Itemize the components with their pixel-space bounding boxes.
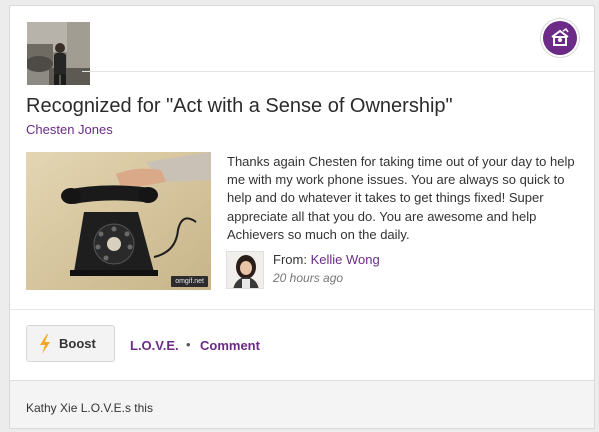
comment-button[interactable]: Comment (200, 338, 260, 353)
recipient-name-link[interactable]: Chesten Jones (26, 122, 113, 137)
from-label: From: (273, 252, 307, 267)
image-watermark: omgif.net (171, 276, 208, 287)
recipient-avatar[interactable] (27, 22, 90, 85)
sender-avatar[interactable] (226, 251, 264, 289)
post-timestamp: 20 hours ago (273, 271, 344, 285)
love-summary[interactable]: Kathy Xie L.O.V.E.s this (26, 401, 153, 415)
recognition-card: Recognized for "Act with a Sense of Owne… (9, 5, 595, 429)
header-divider (82, 71, 594, 72)
sender-name-link[interactable]: Kellie Wong (311, 252, 380, 267)
love-footer: Kathy Xie L.O.V.E.s this (10, 380, 594, 428)
recognition-image[interactable]: omgif.net (26, 152, 211, 290)
recognition-title: Recognized for "Act with a Sense of Owne… (26, 95, 453, 117)
action-separator: • (186, 337, 191, 352)
recognition-badge[interactable] (540, 18, 580, 58)
boost-button[interactable]: Boost (26, 325, 115, 362)
lightning-bolt-icon (40, 333, 50, 354)
love-button[interactable]: L.O.V.E. (130, 338, 179, 353)
boost-label: Boost (59, 336, 96, 351)
sender-line: From: Kellie Wong (273, 252, 380, 267)
actions-divider (10, 309, 594, 310)
recognition-message: Thanks again Chesten for taking time out… (227, 154, 575, 242)
recognition-badge-icon (543, 21, 577, 55)
